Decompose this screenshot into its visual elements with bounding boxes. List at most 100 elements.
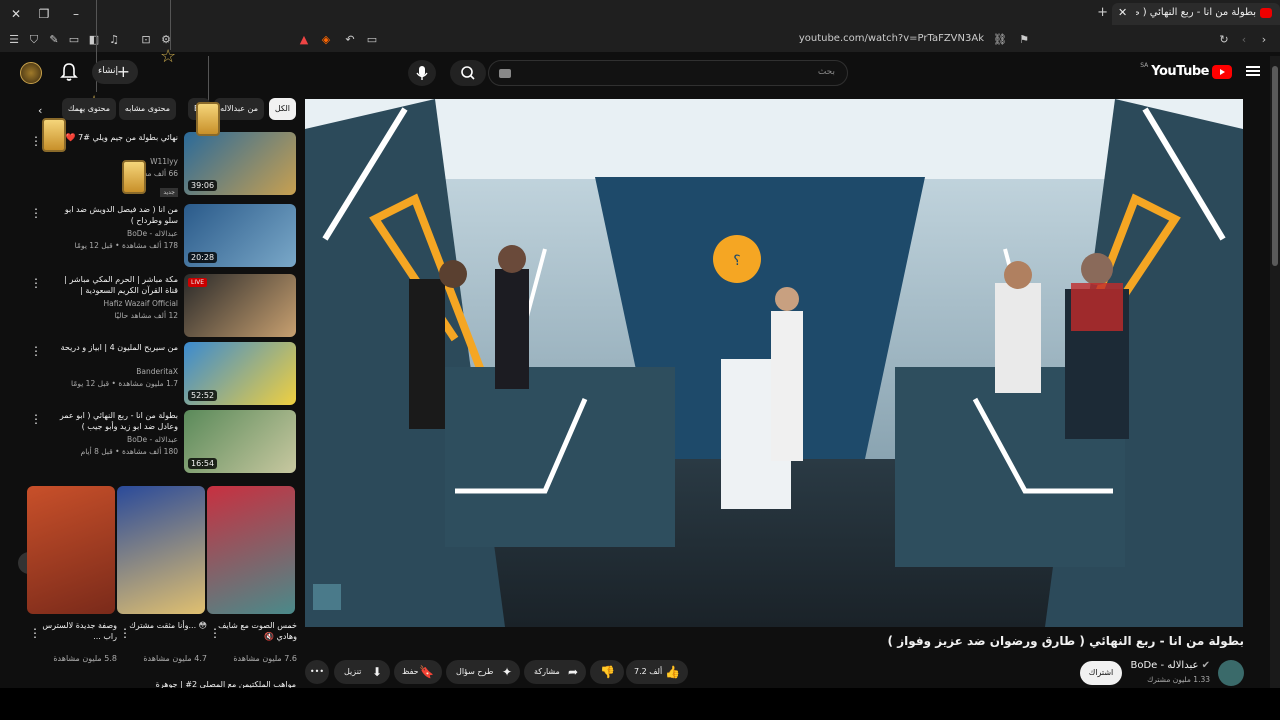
like-button[interactable]: 👍 7.2 ألف [626, 660, 688, 684]
page-scrollbar[interactable] [1270, 56, 1280, 688]
tabs-icon[interactable]: ▭ [66, 32, 82, 48]
more-options-icon[interactable]: ⋮ [29, 626, 41, 640]
sidebar-video-item[interactable]: 20:28 من انا ( ضد فيصل الدويش ضد ابو سلو… [30, 204, 296, 270]
video-title[interactable]: نهائي بطولة من جيم ويلي #7 ❤️ ... [50, 132, 178, 143]
thumbs-down-icon: 👎 [600, 665, 615, 679]
account-avatar[interactable] [20, 62, 42, 84]
channel-avatar[interactable] [1218, 660, 1244, 686]
video-thumbnail[interactable]: LIVE [184, 274, 296, 337]
scrollbar-thumb[interactable] [1272, 66, 1278, 266]
dislike-button[interactable]: 👎 [590, 660, 624, 684]
chips-scroll-left-icon[interactable]: ‹ [38, 104, 42, 117]
address-bar[interactable]: youtube.com/watch?v=PrTaFZVN3Ak [700, 33, 984, 44]
sparkle-icon: ✦ [501, 665, 512, 679]
video-thumbnail[interactable]: 20:28 [184, 204, 296, 267]
minimize-icon[interactable]: – [68, 6, 84, 22]
create-button[interactable]: إنشاء + [92, 60, 138, 84]
microphone-icon [416, 66, 428, 80]
country-code: SA [1140, 62, 1149, 69]
sidebar-video-item[interactable]: 39:06 نهائي بطولة من جيم ويلي #7 ❤️ ... … [30, 132, 296, 198]
next-video-title[interactable]: مواهب الملكتيمن مع المصلي 2# | جوهرة [44, 680, 296, 688]
browser-tab[interactable]: بطولة من انا - ربع النهائي ( طارق و ✕ [1112, 3, 1280, 25]
chip-for-you[interactable]: محتوى يهمك [61, 98, 116, 120]
short-thumbnail[interactable] [207, 486, 295, 614]
short-title[interactable]: 😳 ...وأنا مثقت مشترك [125, 620, 207, 631]
youtube-logo[interactable]: SA YouTube [1140, 62, 1232, 79]
forward-icon[interactable]: ‹ [1236, 32, 1252, 48]
bookmark-icon[interactable]: ⚑ [1016, 32, 1032, 48]
more-options-icon[interactable]: ⋮ [30, 412, 42, 426]
search-input[interactable]: بحث [488, 60, 848, 86]
video-meta: 1.7 مليون مشاهدة • قبل 12 يومًا [71, 379, 178, 388]
show-logo-text: ؟ [733, 253, 740, 269]
voice-search-button[interactable] [408, 60, 436, 86]
sidebar-video-item[interactable]: 52:52 من سيربح المليون 4 | ابياز و دريحة… [30, 342, 296, 408]
keyboard-icon[interactable] [499, 69, 511, 78]
channel-name[interactable]: Hafiz Wazaif Official [50, 299, 179, 308]
channel-name[interactable]: عبدالاله - BoDe [50, 435, 178, 444]
notifications-bell-icon[interactable] [60, 62, 78, 82]
short-thumbnail[interactable] [117, 486, 205, 614]
sidebar-video-item[interactable]: 16:54 بطولة من انا - ربع النهائي ( ابو ع… [30, 410, 296, 476]
video-title[interactable]: من انا ( ضد فيصل الدويش ضد ابو سلو وطردا… [50, 204, 178, 226]
share-button[interactable]: ➦ مشاركة [524, 660, 586, 684]
close-tab-icon[interactable]: ✕ [1118, 6, 1127, 19]
plus-icon: + [116, 62, 130, 81]
video-title[interactable]: مكة مباشر | الحرم المكي مباشر | قناة الق… [50, 274, 178, 296]
create-label: إنشاء [98, 66, 119, 76]
channel-name[interactable]: W11lyy [50, 157, 178, 166]
more-options-icon[interactable]: ⋮ [30, 134, 42, 148]
short-title[interactable]: وصفة جديدة لالسترس راب ... [35, 620, 117, 642]
brave-shield-icon[interactable]: ◈ [318, 32, 334, 48]
star-decoration-icon: ☆ [160, 46, 177, 67]
video-player[interactable]: ؟ [305, 99, 1243, 627]
more-options-icon[interactable]: ⋮ [119, 626, 131, 640]
chip-all[interactable]: الكل [268, 98, 296, 120]
chip-related[interactable]: محتوى مشابه [118, 98, 176, 120]
sidebar-video-item[interactable]: LIVE مكة مباشر | الحرم المكي مباشر | قنا… [30, 274, 296, 340]
more-options-icon[interactable]: ⋮ [209, 626, 221, 640]
more-options-icon[interactable]: ⋮ [30, 276, 42, 290]
new-tab-button[interactable]: + [1097, 5, 1108, 20]
screen-icon[interactable]: ▭ [364, 32, 380, 48]
short-title[interactable]: خمس الصوت مع شايف وهادي 🔇 [215, 620, 297, 642]
menu-icon[interactable]: ☰ [6, 32, 22, 48]
music-icon[interactable]: ♫ [106, 32, 122, 48]
pen-icon[interactable]: ✎ [46, 32, 62, 48]
thumbs-up-icon: 👍 [665, 665, 680, 679]
video-meta: 12 ألف مشاهد حاليًا [114, 311, 178, 320]
save-button[interactable]: 🔖 حفظ [394, 660, 442, 684]
channel-name[interactable]: عبدالاله - BoDe [50, 229, 178, 238]
shield-icon[interactable]: ⛉ [26, 32, 42, 48]
more-actions-button[interactable]: ••• [305, 660, 329, 684]
screenshot-icon[interactable]: ⊡ [138, 32, 154, 48]
link-icon[interactable]: ⛓ [992, 32, 1008, 48]
channel-name[interactable]: ✔ عبدالاله - BoDe [1131, 660, 1211, 671]
download-button[interactable]: ⬇ تنزيل [334, 660, 390, 684]
guide-menu-icon[interactable] [1246, 64, 1260, 78]
maximize-icon[interactable]: ❐ [36, 6, 52, 22]
ask-button[interactable]: ✦ طرح سؤال [446, 660, 520, 684]
lantern-string [208, 56, 209, 102]
channel-watermark[interactable] [313, 584, 341, 610]
undo-icon[interactable]: ↶ [342, 32, 358, 48]
brave-rewards-icon[interactable]: ▲ [296, 32, 312, 48]
back-icon[interactable]: › [1256, 32, 1272, 48]
video-thumbnail[interactable]: 16:54 [184, 410, 296, 473]
video-title[interactable]: بطولة من انا - ربع النهائي ( ابو عمر وعا… [50, 410, 178, 432]
close-window-icon[interactable]: ✕ [8, 6, 24, 22]
more-options-icon[interactable]: ⋮ [30, 344, 42, 358]
search-button[interactable] [450, 60, 486, 86]
subscribe-button[interactable]: اشتراك [1080, 661, 1122, 685]
lantern-string [170, 0, 171, 50]
short-thumbnail[interactable] [27, 486, 115, 614]
video-thumbnail[interactable]: 52:52 [184, 342, 296, 405]
sidebar-icon[interactable]: ◧ [86, 32, 102, 48]
chip-from-channel[interactable]: من عبدالاله [214, 98, 264, 120]
reload-icon[interactable]: ↻ [1216, 32, 1232, 48]
video-thumbnail[interactable]: 39:06 [184, 132, 296, 195]
lantern-decoration-icon [42, 118, 66, 152]
video-title[interactable]: من سيربح المليون 4 | ابياز و دريحة [50, 342, 178, 353]
channel-name[interactable]: BanderitaX [50, 367, 178, 376]
more-options-icon[interactable]: ⋮ [30, 206, 42, 220]
